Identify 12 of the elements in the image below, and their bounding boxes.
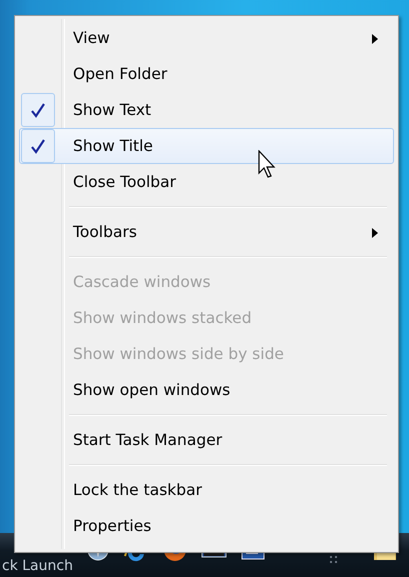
menu-item[interactable]: Toolbars xyxy=(19,214,394,250)
menu-item[interactable]: View xyxy=(19,20,394,56)
menu-item[interactable]: Close Toolbar xyxy=(19,164,394,200)
menu-item[interactable]: Properties xyxy=(19,508,394,544)
menu-item[interactable]: Show open windows xyxy=(19,372,394,408)
menu-item[interactable]: Open Folder xyxy=(19,56,394,92)
menu-item[interactable]: Show Title xyxy=(19,128,394,164)
cursor-icon xyxy=(258,150,278,180)
toolbar-label: ck Launch xyxy=(2,558,73,574)
menu-item[interactable]: Lock the taskbar xyxy=(19,472,394,508)
menu-item[interactable]: Show Text xyxy=(19,92,394,128)
menu-item[interactable]: Start Task Manager xyxy=(19,422,394,458)
